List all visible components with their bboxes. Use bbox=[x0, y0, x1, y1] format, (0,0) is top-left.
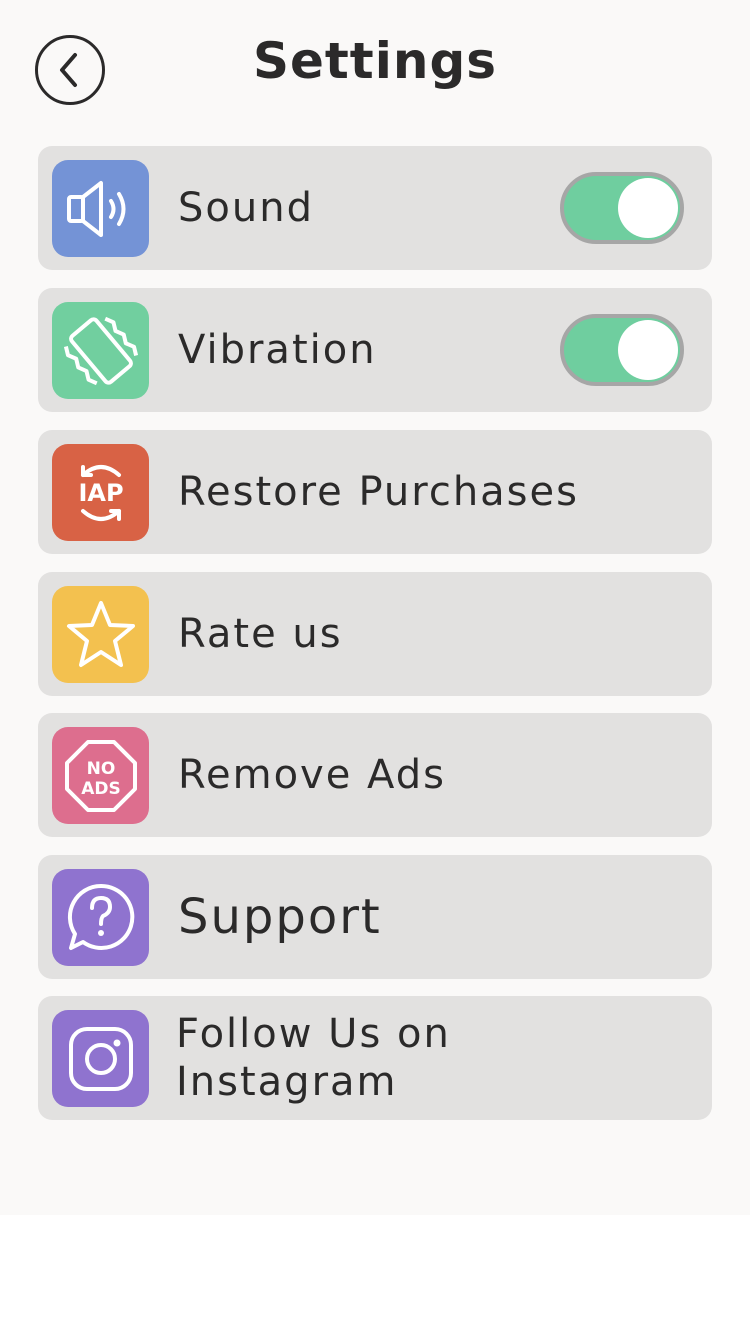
page-title: Settings bbox=[252, 32, 497, 90]
settings-item-label: Sound bbox=[178, 185, 314, 231]
iap-restore-icon: IAP bbox=[52, 444, 149, 541]
settings-item-label: Support bbox=[178, 889, 382, 945]
settings-item-restore-purchases[interactable]: IAP Restore Purchases bbox=[38, 430, 712, 554]
settings-item-support[interactable]: Support bbox=[38, 855, 712, 979]
settings-item-remove-ads[interactable]: NO ADS Remove Ads bbox=[38, 713, 712, 837]
no-ads-text-bottom: ADS bbox=[81, 779, 121, 799]
settings-screen: Settings Sound Vibration IAP Restore Pur… bbox=[0, 0, 750, 1215]
sound-toggle[interactable] bbox=[560, 172, 684, 244]
speaker-icon bbox=[52, 160, 149, 257]
settings-item-label: Restore Purchases bbox=[178, 469, 579, 515]
vibration-icon bbox=[52, 302, 149, 399]
settings-item-instagram[interactable]: Follow Us on Instagram bbox=[38, 996, 712, 1120]
settings-item-label: Remove Ads bbox=[178, 752, 446, 798]
vibration-toggle[interactable] bbox=[560, 314, 684, 386]
settings-item-vibration[interactable]: Vibration bbox=[38, 288, 712, 412]
settings-item-rate-us[interactable]: Rate us bbox=[38, 572, 712, 696]
iap-icon-text: IAP bbox=[78, 479, 123, 507]
no-ads-icon: NO ADS bbox=[52, 727, 149, 824]
settings-item-sound[interactable]: Sound bbox=[38, 146, 712, 270]
star-icon bbox=[52, 586, 149, 683]
help-chat-icon bbox=[52, 869, 149, 966]
no-ads-text-top: NO bbox=[86, 759, 115, 779]
settings-item-label: Rate us bbox=[178, 611, 343, 657]
settings-item-label: Follow Us on Instagram bbox=[176, 1011, 451, 1105]
toggle-knob bbox=[618, 178, 678, 238]
instagram-icon bbox=[52, 1010, 149, 1107]
toggle-knob bbox=[618, 320, 678, 380]
settings-item-label: Vibration bbox=[178, 327, 377, 373]
